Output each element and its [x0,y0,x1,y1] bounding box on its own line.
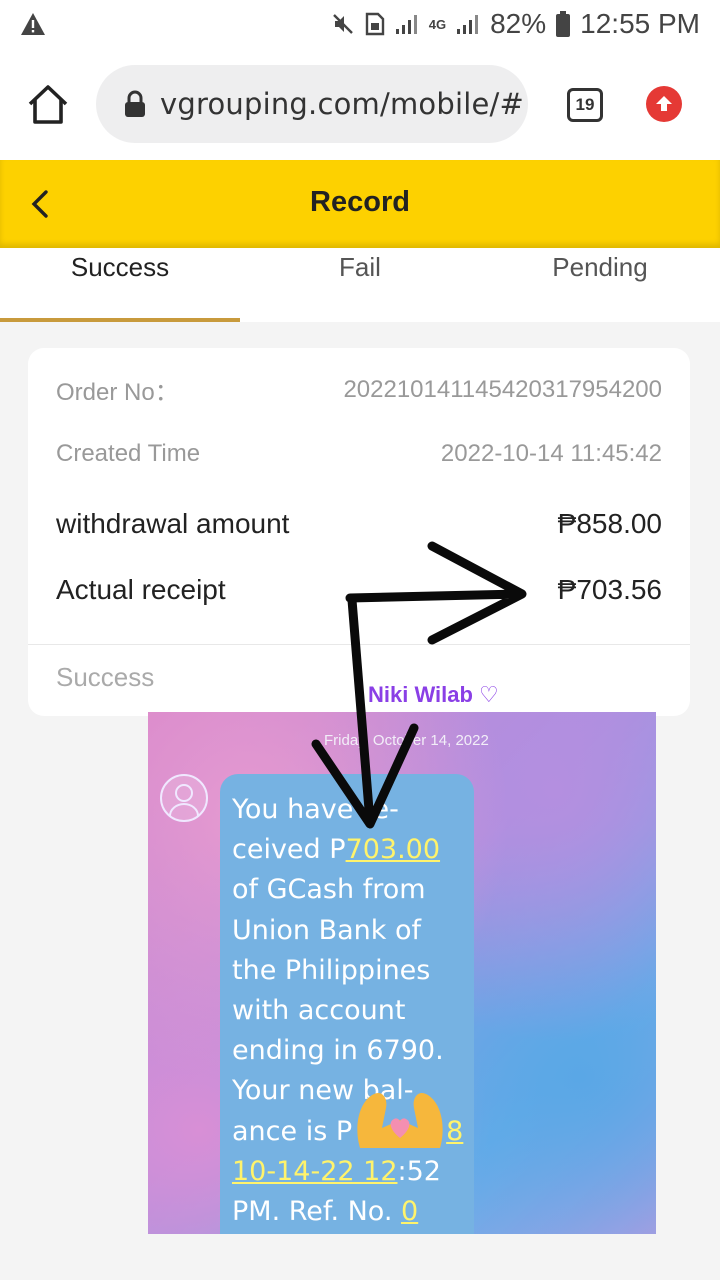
balance-amount: 8 [446,1115,464,1147]
order-no-row: Order No： 20221014114542031795420​0 [56,372,662,407]
upload-icon[interactable] [646,86,682,122]
created-time-value: 2022-10-14 11:45:42 [440,440,662,467]
created-time-label: Created Time [56,440,201,467]
created-time-row: Created Time 2022-10-14 11:45:42 [56,440,662,468]
message-date: Friday, October 14, 2022 [324,732,489,749]
signal-icon [395,15,417,34]
warning-icon [21,13,45,35]
battery-percent: 82% [490,8,547,39]
receipt-value: ₱703.56 [557,574,662,605]
record-status: Success [56,662,155,692]
sim-icon [365,12,384,36]
message-text: ance is P [232,1115,353,1147]
order-no-value: 20221014114542031795420​0 [343,375,662,403]
network-type: 4G [428,16,447,32]
message-line: the Philippines [232,954,431,986]
person-icon [169,784,199,817]
receipt-row: Actual receipt ₱703.56 [56,574,662,606]
withdrawal-label: withdrawal amount [56,508,290,539]
signal-icon-2 [457,15,479,34]
address-bar[interactable]: vgrouping.com/mobile/# [96,65,528,143]
clock: 12:55 PM [580,8,700,39]
page-header: Record [0,160,720,248]
status-tabs: Success Fail Pending [0,248,720,322]
message-line: ending in 6790. [232,1035,444,1067]
status-bar: 4G 82% 12:55 PM [0,0,720,48]
message-line: PM. Ref. No. 0 [232,1192,464,1232]
avatar [160,774,208,822]
browser-toolbar: vgrouping.com/mobile/# 19 [0,48,720,160]
message-bubble: You have re- ceived P703.00 of GCash fro… [220,774,474,1234]
url-text: vgrouping.com/mobile/# [160,87,524,121]
heart-hands-emoji-icon [357,1092,443,1148]
receipt-label: Actual receipt [56,574,226,605]
message-text: PM. Ref. No. [232,1196,402,1228]
mute-icon [332,14,353,34]
message-timestamp: 10-14-22 12 [232,1155,398,1187]
message-line: with account [232,995,406,1027]
sender-name: Niki Wilab ♡ [368,682,499,707]
battery-icon [556,11,571,37]
message-line: ceived P703.00 [232,830,464,870]
proof-screenshot: Friday, October 14, 2022 You have re- ce… [148,712,656,1234]
withdrawal-row: withdrawal amount ₱858.00 [56,508,662,540]
message-line: 10-14-22 12:52 [232,1152,464,1192]
tab-count: 19 [575,95,595,114]
withdrawal-value: ₱858.00 [557,508,662,539]
message-text: :52 [397,1155,441,1187]
tab-switcher-button[interactable]: 19 [567,88,603,122]
home-icon[interactable] [26,82,70,126]
message-text: ceived P [232,834,346,866]
lock-icon [125,90,145,117]
tab-pending[interactable]: Pending [480,248,720,322]
order-no-label: Order No： [56,379,179,406]
card-divider [28,644,690,645]
message-line: Union Bank of [232,914,422,946]
page-title: Record [310,186,410,218]
tab-fail[interactable]: Fail [240,248,480,322]
tab-success[interactable]: Success [0,248,240,322]
ref-number: 0 [401,1196,419,1228]
arrow-up-icon [656,96,672,111]
active-tab-indicator [0,318,240,322]
record-card: Order No： 20221014114542031795420​0 Crea… [28,348,690,716]
received-amount: 703.00 [345,834,441,866]
message-line: You have re- [232,794,399,825]
message-line: of GCash from [232,874,426,906]
